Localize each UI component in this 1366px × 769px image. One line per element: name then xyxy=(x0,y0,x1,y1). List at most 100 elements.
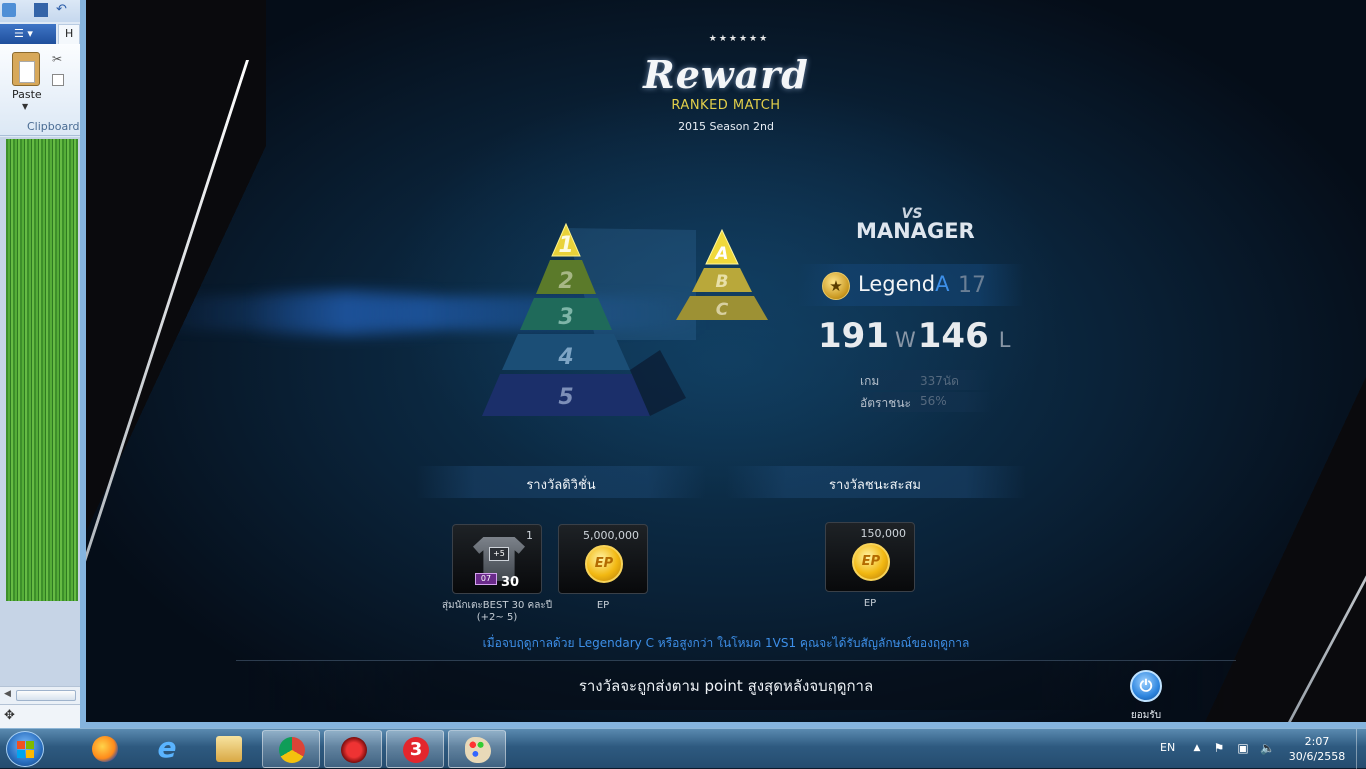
language-indicator[interactable]: EN xyxy=(1160,741,1175,754)
stars-decoration: ★★★★★★ xyxy=(708,34,770,44)
reward-qty: 1 xyxy=(526,529,533,542)
tier-1-label: 1 xyxy=(558,233,573,258)
paste-button-label[interactable]: Paste xyxy=(12,88,42,101)
network-icon[interactable]: ▣ xyxy=(1236,741,1250,755)
manager-label: MANAGER xyxy=(856,219,975,243)
ep-coin-icon: EP xyxy=(585,545,623,583)
tier-4-label: 4 xyxy=(557,345,573,370)
move-cursor-icon: ✥ xyxy=(4,708,15,723)
clock-time: 2:07 xyxy=(1304,735,1330,748)
wins-count: 191 xyxy=(818,316,889,356)
stat-win-rate: อัตราชนะ 56% xyxy=(852,392,992,412)
taskbar-chrome[interactable] xyxy=(262,730,320,768)
rating-number: 30 xyxy=(501,575,520,590)
confirm-label[interactable]: ยอมรับ xyxy=(1122,708,1170,722)
quick-access-toolbar: ↶ xyxy=(0,0,80,22)
stat-key: เกม xyxy=(860,374,880,388)
tier-2-label: 2 xyxy=(558,269,573,294)
ep-coin-icon: EP xyxy=(852,543,890,581)
tab-home[interactable]: H xyxy=(58,24,80,44)
tier-c-label: C xyxy=(716,300,729,320)
file-explorer-icon xyxy=(216,736,242,762)
taskbar-game-client[interactable] xyxy=(324,730,382,768)
save-icon[interactable] xyxy=(34,3,48,17)
action-center-flag-icon[interactable]: ⚑ xyxy=(1212,741,1226,755)
paint-icon xyxy=(465,737,491,763)
stat-value: 56% xyxy=(920,394,947,408)
tier-a-label: A xyxy=(713,244,728,264)
rank-name: LegendA xyxy=(858,272,950,296)
chrome-icon xyxy=(279,737,305,763)
reward-delivery-message: รางวัลจะถูกส่งตาม point สูงสุดหลังจบฤดูก… xyxy=(578,677,874,695)
losses-count: 146 xyxy=(917,316,989,356)
season-tag: 07 xyxy=(475,573,497,585)
taskbar-internet-explorer[interactable]: e xyxy=(138,730,196,768)
paint-canvas-area xyxy=(0,137,80,687)
show-desktop-button[interactable] xyxy=(1356,729,1366,769)
paint-menu-button[interactable]: ☰ ▾ xyxy=(0,24,56,44)
clock-date: 30/6/2558 xyxy=(1288,750,1346,763)
vs-manager-logo: VS MANAGER xyxy=(856,206,975,243)
game-window: ★★★★★★ Reward RANKED MATCH 2015 Season 2… xyxy=(80,0,1366,728)
reward-qty: 150,000 xyxy=(860,527,907,540)
rank-suffix: A xyxy=(935,272,950,296)
reward-qty: 5,000,000 xyxy=(583,529,639,542)
undo-icon[interactable]: ↶ xyxy=(56,3,70,17)
start-button[interactable] xyxy=(6,731,44,767)
left-decoration xyxy=(86,0,266,722)
internet-explorer-icon: e xyxy=(157,731,177,764)
taskbar: e 3 EN ▲ ⚑ ▣ 🔈 2:07 30/6/2558 xyxy=(0,728,1366,769)
horizontal-scrollbar[interactable]: ◀ xyxy=(0,686,80,704)
tier-3-label: 3 xyxy=(558,305,573,330)
taskbar-file-explorer[interactable] xyxy=(200,730,258,768)
taskbar-firefox[interactable] xyxy=(76,730,134,768)
reward-item-ep[interactable]: 5,000,000 EP xyxy=(558,524,648,594)
clock[interactable]: 2:07 30/6/2558 xyxy=(1282,734,1352,764)
losses-label: L xyxy=(998,328,1011,352)
wins-label: W xyxy=(894,328,916,352)
upgrade-badge: +5 xyxy=(489,547,509,561)
light-streak-core xyxy=(246,288,446,338)
rank-star-icon: ★ xyxy=(822,272,850,300)
show-hidden-icons[interactable]: ▲ xyxy=(1190,741,1204,755)
reward-screen: ★★★★★★ Reward RANKED MATCH 2015 Season 2… xyxy=(86,0,1366,722)
volume-icon[interactable]: 🔈 xyxy=(1260,741,1275,755)
tier-5-label: 5 xyxy=(558,385,573,410)
game-client-icon xyxy=(341,737,367,763)
confirm-button[interactable]: ⏻ xyxy=(1130,670,1162,702)
power-icon: ⏻ xyxy=(1139,676,1153,695)
cumulative-reward-title: รางวัลชนะสะสม xyxy=(828,478,921,493)
season-label: 2015 Season 2nd xyxy=(678,120,774,133)
reward-item-ep[interactable]: 150,000 EP xyxy=(825,522,915,592)
right-decoration xyxy=(1166,0,1366,722)
chevron-down-icon[interactable]: ▼ xyxy=(22,102,28,111)
stat-value: 337นัด xyxy=(920,374,959,388)
reward-item-player-pack[interactable]: 1 +5 07 30 xyxy=(452,524,542,594)
reward-item-label: EP xyxy=(863,598,877,609)
copy-icon[interactable] xyxy=(52,74,64,86)
scrollbar-thumb[interactable] xyxy=(16,690,76,701)
clipboard-icon[interactable] xyxy=(12,52,40,86)
firefox-icon xyxy=(92,736,118,762)
grass-image[interactable] xyxy=(6,139,78,601)
ribbon: Paste ▼ ✂ Clipboard xyxy=(0,44,80,136)
stat-key: อัตราชนะ xyxy=(860,396,911,410)
taskbar-paint[interactable] xyxy=(448,730,506,768)
taskbar-channel-3[interactable]: 3 xyxy=(386,730,444,768)
reward-title: Reward xyxy=(643,52,809,97)
scroll-left-icon[interactable]: ◀ xyxy=(4,689,11,699)
win-loss-record: 191 W146 L xyxy=(818,316,1012,356)
channel-3-icon: 3 xyxy=(403,737,429,763)
cut-icon[interactable]: ✂ xyxy=(52,52,62,66)
division-pyramids: 1 2 3 4 5 A B C xyxy=(482,222,768,416)
tier-b-label: B xyxy=(716,272,729,292)
paint-app-icon[interactable] xyxy=(2,3,16,17)
rank-points: 17 xyxy=(958,273,986,298)
clipboard-group-label: Clipboard xyxy=(27,120,80,133)
rank-name-text: Legend xyxy=(858,272,936,296)
division-reward-title: รางวัลดิวิชั่น xyxy=(526,478,596,493)
stat-games: เกม 337นัด xyxy=(852,370,992,390)
paint-window: ↶ ☰ ▾ H Paste ▼ ✂ Clipboard ◀ ✥ xyxy=(0,0,80,728)
ranked-match-label: RANKED MATCH xyxy=(671,98,781,113)
reward-item-label: สุ่มนักเตะBEST 30 คละปี (+2~ 5) xyxy=(441,600,553,623)
